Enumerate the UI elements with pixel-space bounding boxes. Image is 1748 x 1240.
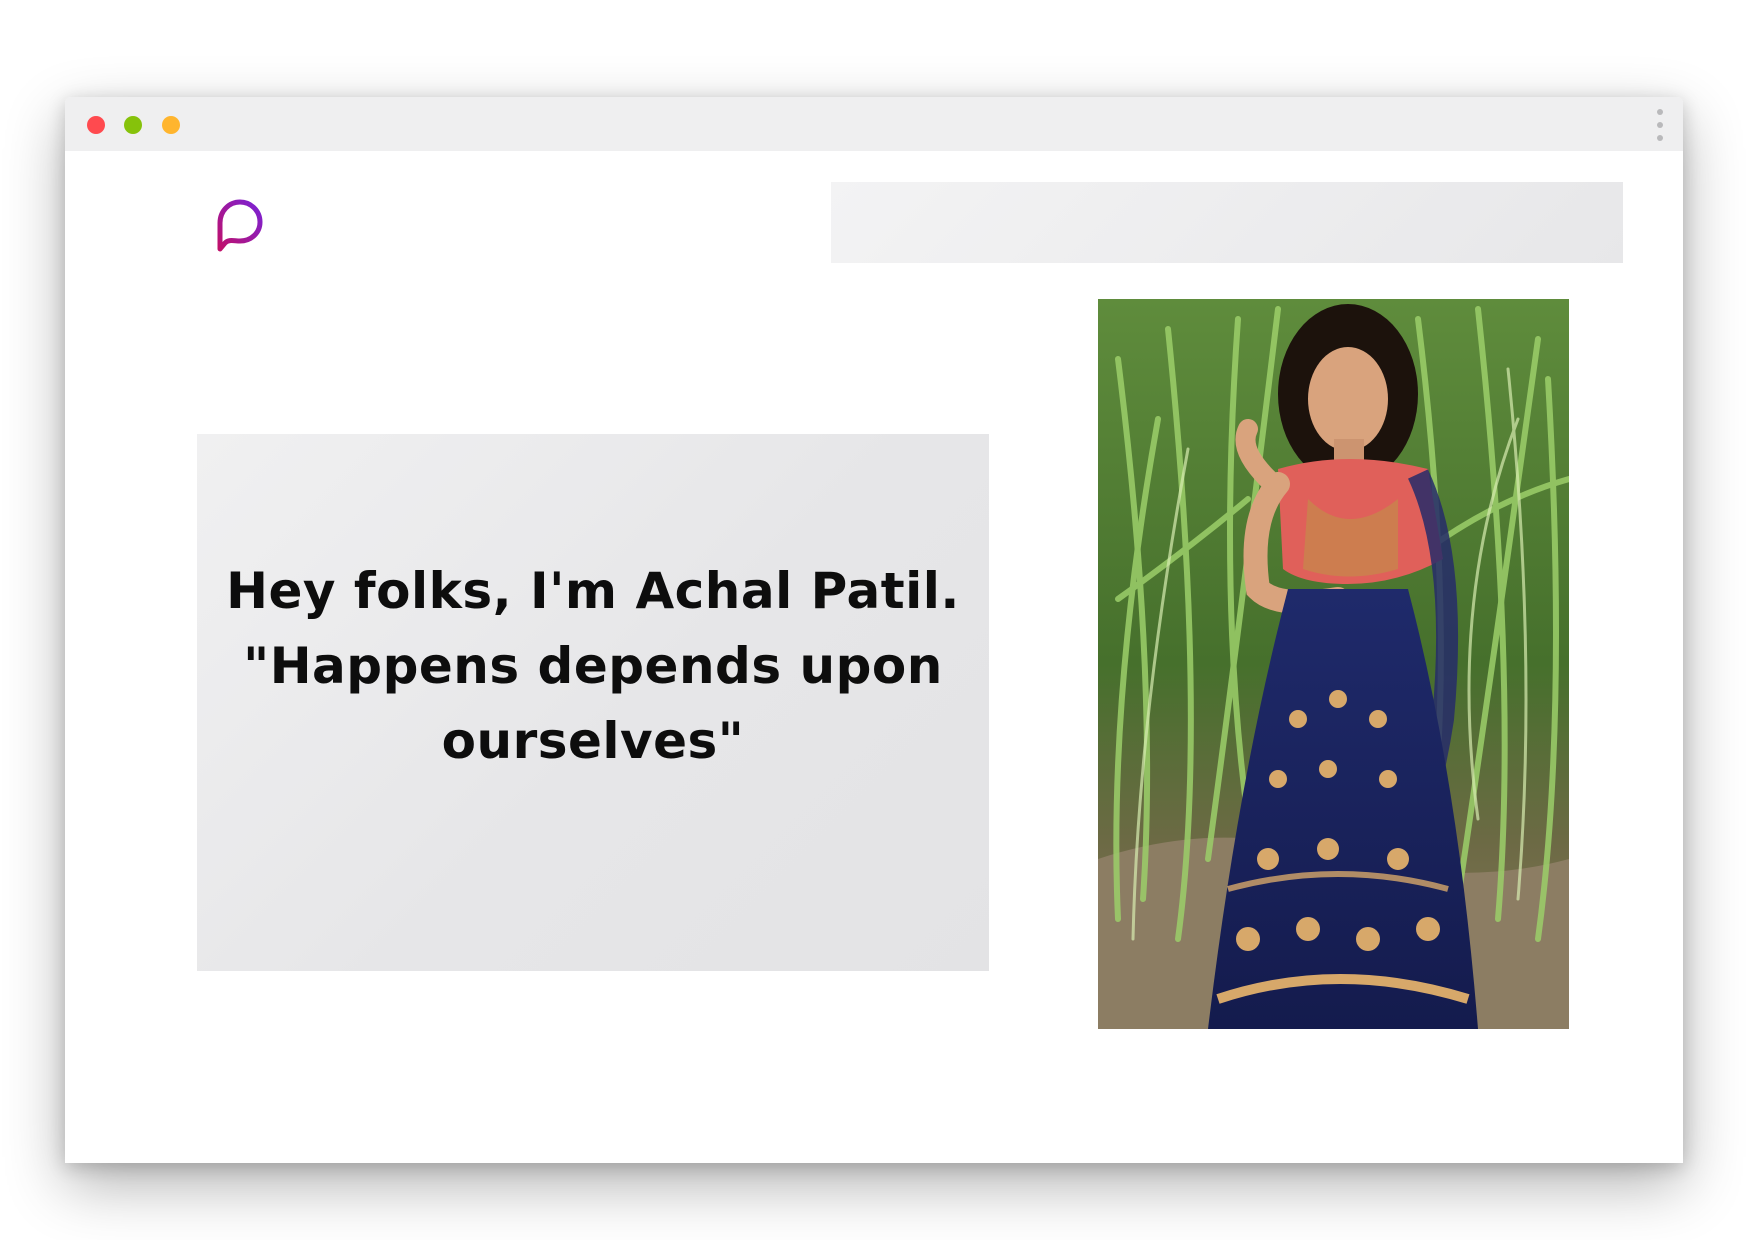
chat-bubble-logo-icon[interactable] [214,197,266,255]
window-titlebar [65,97,1683,151]
intro-card: Hey folks, I'm Achal Patil. "Happens dep… [197,434,989,971]
search-bar[interactable] [831,182,1623,263]
intro-heading: Hey folks, I'm Achal Patil. "Happens dep… [223,554,963,779]
intro-line-1: Hey folks, I'm Achal Patil. [226,562,960,620]
close-window-button[interactable] [87,116,105,134]
intro-line-3: ourselves" [441,712,745,770]
maximize-window-button[interactable] [162,116,180,134]
page-stage: Hey folks, I'm Achal Patil. "Happens dep… [0,0,1748,1240]
vertical-dots-icon[interactable] [1655,109,1665,141]
profile-photo [1098,299,1569,1029]
minimize-window-button[interactable] [124,116,142,134]
intro-line-2: "Happens depends upon [243,637,943,695]
browser-window: Hey folks, I'm Achal Patil. "Happens dep… [65,97,1683,1163]
